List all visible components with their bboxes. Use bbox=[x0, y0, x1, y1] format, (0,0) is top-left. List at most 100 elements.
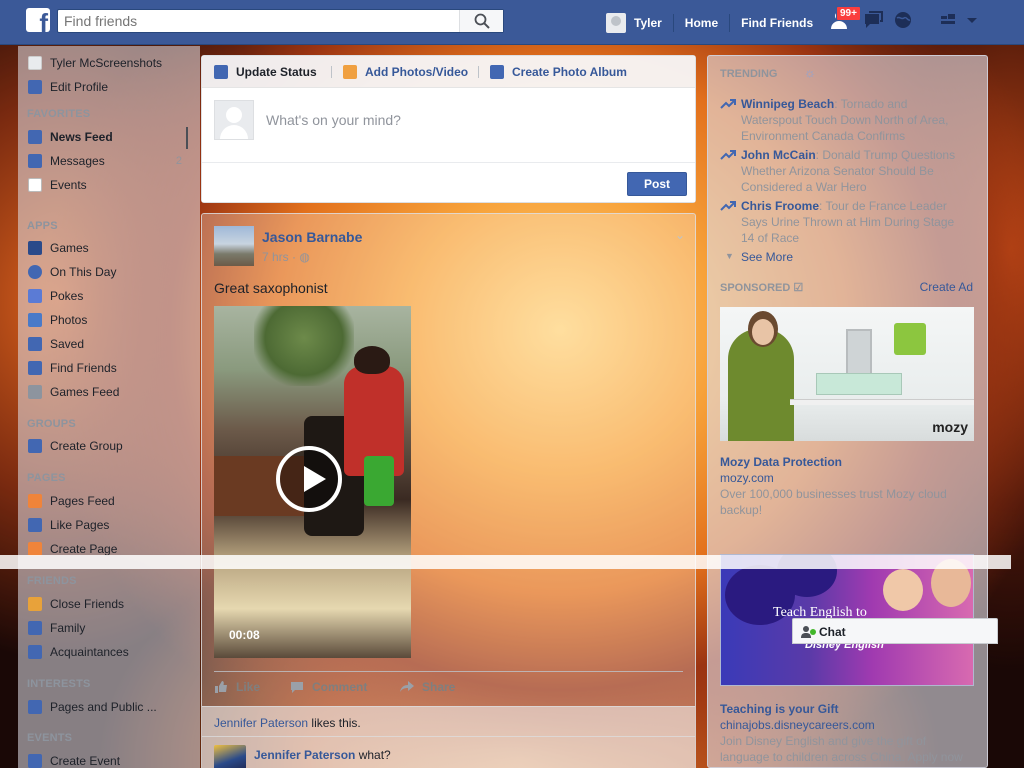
ad-image-child bbox=[883, 569, 923, 611]
plus-icon bbox=[28, 439, 42, 453]
facebook-logo-icon[interactable]: f bbox=[26, 8, 50, 32]
ad-domain[interactable]: chinajobs.disneycareers.com bbox=[720, 718, 875, 732]
thumbs-up-icon bbox=[215, 681, 227, 693]
search-button[interactable] bbox=[459, 10, 503, 32]
sidebar-item-label: Edit Profile bbox=[50, 80, 109, 94]
create-ad-link[interactable]: Create Ad bbox=[920, 280, 973, 294]
trending-item[interactable]: Chris Froome: Tour de France Leader Says… bbox=[720, 198, 970, 246]
album-icon bbox=[490, 65, 504, 79]
status-input[interactable]: What's on your mind? bbox=[266, 112, 401, 128]
sidebar-item-photos[interactable]: Photos bbox=[28, 311, 87, 329]
sidebar-item-create-event[interactable]: Create Event bbox=[28, 752, 120, 768]
tab-divider bbox=[331, 66, 332, 78]
messages-jewel-icon[interactable] bbox=[862, 10, 886, 30]
trending-arrow-icon bbox=[720, 150, 736, 160]
video-frame-green-object bbox=[364, 456, 394, 506]
ad-image-mozy[interactable]: mozy bbox=[720, 307, 974, 441]
on-this-day-icon bbox=[28, 265, 42, 279]
sidebar-item-edit-profile[interactable]: Edit Profile bbox=[28, 78, 108, 96]
search-box bbox=[57, 9, 504, 33]
apps-header: APPS bbox=[27, 220, 58, 232]
tab-update-status[interactable]: Update Status bbox=[214, 65, 317, 79]
globe-notifications-icon[interactable] bbox=[892, 10, 916, 30]
comment-text: Jennifer Paterson what? bbox=[254, 748, 391, 762]
story-options-chevron-down-icon[interactable]: ⌄ bbox=[675, 228, 685, 242]
trending-item[interactable]: John McCain: Donald Trump Questions Whet… bbox=[720, 147, 970, 195]
ad-domain[interactable]: mozy.com bbox=[720, 471, 774, 485]
sidebar-item-events[interactable]: Events bbox=[28, 176, 87, 194]
sidebar-item-on-this-day[interactable]: On This Day bbox=[28, 263, 116, 281]
author-name[interactable]: Jason Barnabe bbox=[262, 229, 362, 245]
search-input[interactable] bbox=[58, 10, 458, 32]
post-button[interactable]: Post bbox=[627, 172, 687, 196]
events-header: EVENTS bbox=[27, 732, 73, 744]
see-more-link[interactable]: See More bbox=[741, 250, 793, 264]
sidebar-item-label: Games Feed bbox=[50, 385, 120, 399]
privacy-shortcuts-icon[interactable] bbox=[938, 10, 962, 30]
tab-create-photo-album[interactable]: Create Photo Album bbox=[490, 65, 627, 79]
nav-find-friends-link[interactable]: Find Friends bbox=[741, 16, 824, 30]
sidebar-item-like-pages[interactable]: Like Pages bbox=[28, 516, 109, 534]
sidebar-item-label: Messages bbox=[50, 154, 105, 168]
controller-icon bbox=[28, 385, 42, 399]
megaphone-icon: ☑ bbox=[793, 282, 804, 294]
trending-settings-icon[interactable]: ☼ bbox=[804, 65, 816, 80]
sidebar-item-create-group[interactable]: Create Group bbox=[28, 437, 123, 455]
sidebar-item-label: Close Friends bbox=[50, 597, 125, 611]
trending-text: Chris Froome: Tour de France Leader Says… bbox=[720, 198, 970, 246]
sidebar-item-label: Create Page bbox=[50, 542, 118, 556]
tab-add-photos-video[interactable]: Add Photos/Video bbox=[343, 65, 468, 79]
ad-image-desk bbox=[790, 399, 974, 405]
user-avatar[interactable] bbox=[606, 12, 626, 33]
video-frame-head bbox=[354, 346, 390, 374]
ad-title[interactable]: Mozy Data Protection bbox=[720, 455, 842, 469]
tab-label: Create Photo Album bbox=[512, 65, 627, 79]
share-button[interactable]: Share bbox=[400, 680, 455, 694]
likes-suffix: likes this. bbox=[308, 716, 361, 730]
account-menu-chevron-down-icon[interactable] bbox=[966, 14, 990, 34]
sidebar-item-pages-feed[interactable]: Pages Feed bbox=[28, 492, 115, 510]
feed-story: Jason Barnabe 7 hrs · ◍ ⌄ Great saxophon… bbox=[201, 213, 696, 768]
caret-down-icon: ▼ bbox=[725, 251, 734, 261]
thumbs-up-icon bbox=[28, 518, 42, 532]
sidebar-item-pages-public[interactable]: Pages and Public ... bbox=[28, 698, 157, 716]
nav-home-link[interactable]: Home bbox=[685, 16, 729, 30]
sidebar-item-games-feed[interactable]: Games Feed bbox=[28, 383, 119, 401]
sidebar-item-news-feed[interactable]: News Feed bbox=[28, 128, 113, 146]
nav-divider bbox=[672, 13, 674, 32]
ad-title[interactable]: Teaching is your Gift bbox=[720, 702, 838, 716]
liker-link[interactable]: Jennifer Paterson bbox=[214, 716, 308, 730]
online-status-icon bbox=[810, 629, 816, 635]
comment-button[interactable]: Comment bbox=[290, 680, 367, 694]
sidebar-item-messages[interactable]: Messages bbox=[28, 152, 105, 170]
plus-icon bbox=[28, 542, 42, 556]
sidebar-item-profile[interactable]: Tyler McScreenshots bbox=[28, 54, 162, 72]
sidebar-item-pokes[interactable]: Pokes bbox=[28, 287, 83, 305]
pages-public-icon bbox=[28, 700, 42, 714]
trending-item[interactable]: Winnipeg Beach: Tornado and Waterspout T… bbox=[720, 96, 970, 144]
sidebar-item-acquaintances[interactable]: Acquaintances bbox=[28, 643, 129, 661]
sidebar-item-games[interactable]: Games bbox=[28, 239, 89, 257]
like-button[interactable]: Like bbox=[214, 680, 260, 694]
trending-topic: John McCain bbox=[741, 148, 816, 162]
sidebar-item-saved[interactable]: Saved bbox=[28, 335, 84, 353]
sidebar-item-find-friends[interactable]: Find Friends bbox=[28, 359, 117, 377]
sidebar-item-family[interactable]: Family bbox=[28, 619, 85, 637]
groups-header: GROUPS bbox=[27, 418, 76, 430]
commenter-avatar[interactable] bbox=[214, 745, 246, 768]
play-icon[interactable] bbox=[276, 446, 342, 512]
author-avatar[interactable] bbox=[214, 226, 254, 266]
commenter-link[interactable]: Jennifer Paterson bbox=[254, 748, 355, 762]
profile-picture-icon bbox=[28, 56, 42, 70]
sidebar-item-label: Create Event bbox=[50, 754, 121, 768]
story-timestamp[interactable]: 7 hrs · ◍ bbox=[262, 250, 310, 264]
messages-icon bbox=[28, 154, 42, 168]
tab-label: Update Status bbox=[236, 65, 317, 79]
video-player[interactable]: 00:08 bbox=[214, 306, 411, 658]
divider bbox=[214, 671, 683, 672]
chat-bar[interactable]: Chat bbox=[792, 618, 998, 644]
trending-text: John McCain: Donald Trump Questions Whet… bbox=[720, 147, 970, 195]
nav-profile-link[interactable]: Tyler bbox=[634, 16, 673, 30]
poke-icon bbox=[28, 289, 42, 303]
sidebar-item-close-friends[interactable]: Close Friends bbox=[28, 595, 124, 613]
